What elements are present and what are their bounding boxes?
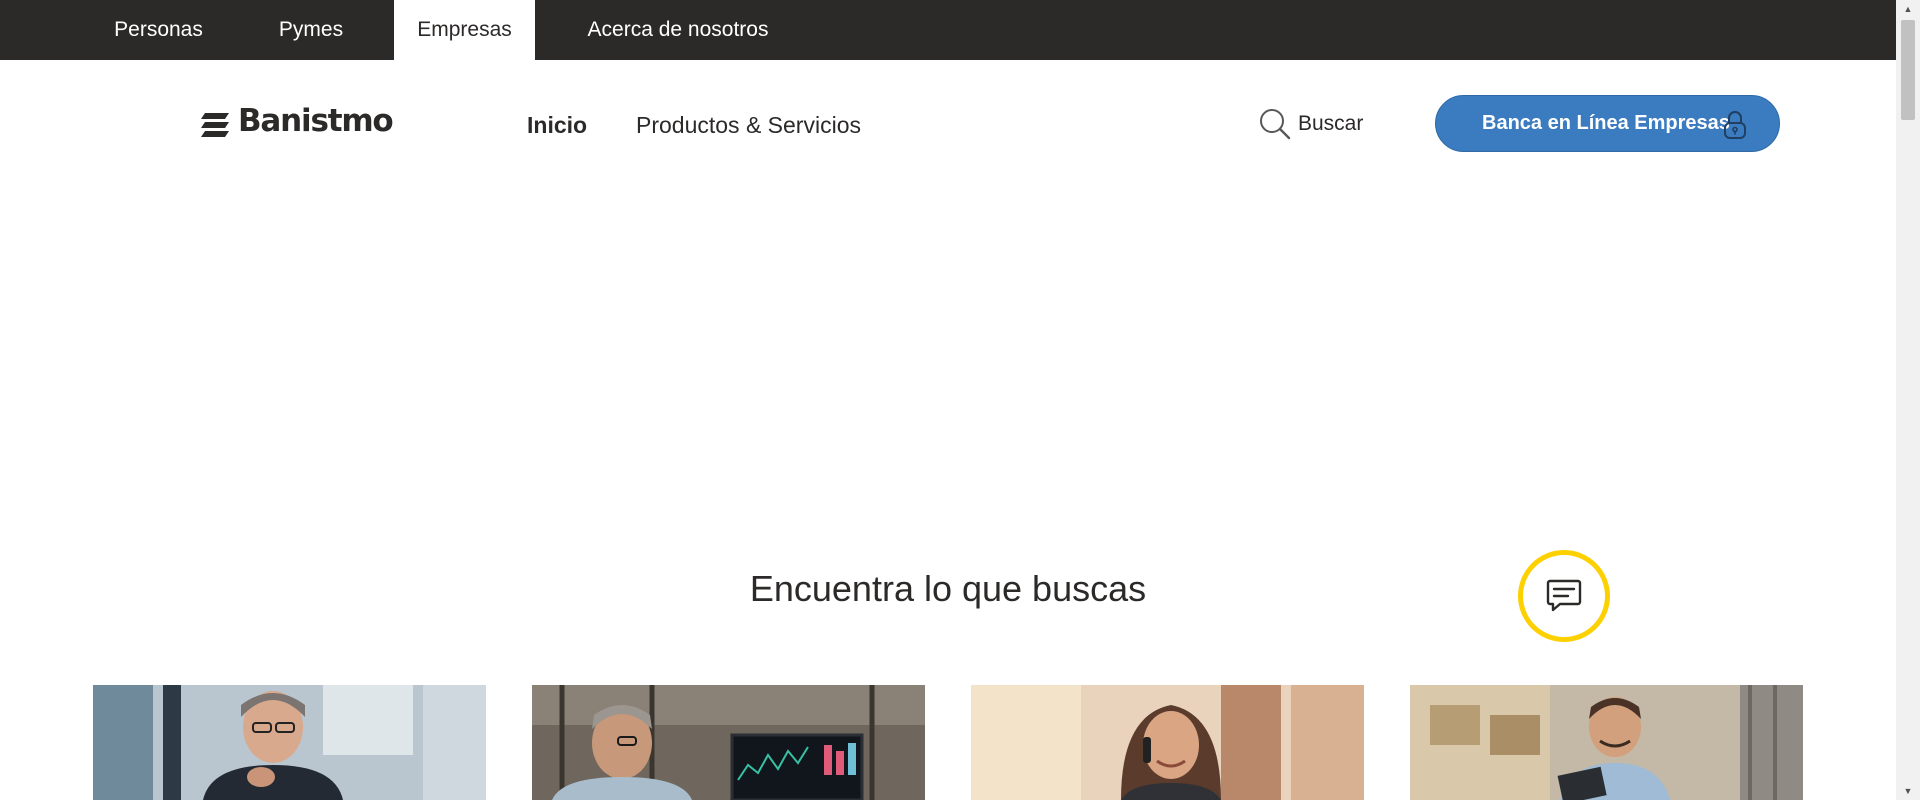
scroll-thumb[interactable]	[1901, 20, 1915, 120]
nav-inicio[interactable]: Inicio	[527, 112, 587, 139]
banistmo-mark-icon	[201, 113, 229, 137]
segment-acerca-de-nosotros[interactable]: Acerca de nosotros	[570, 0, 786, 60]
segment-bar: Personas Pymes Empresas Acerca de nosotr…	[0, 0, 1896, 60]
chat-bubble-icon	[1546, 579, 1582, 612]
vertical-scrollbar[interactable]: ▲ ▼	[1896, 0, 1920, 800]
card-woman-phone[interactable]	[971, 685, 1364, 800]
section-title: Encuentra lo que buscas	[749, 568, 1147, 609]
card-trader[interactable]	[532, 685, 925, 800]
businessman-with-glasses-photo	[93, 685, 486, 800]
man-at-trading-monitor-photo	[532, 685, 925, 800]
scroll-down-arrow-icon[interactable]: ▼	[1896, 782, 1920, 800]
scroll-up-arrow-icon[interactable]: ▲	[1896, 0, 1920, 18]
segment-pymes[interactable]: Pymes	[250, 0, 372, 60]
banca-en-linea-label: Banca en Línea Empresas	[1482, 112, 1730, 134]
man-with-tablet-in-warehouse-photo	[1410, 685, 1803, 800]
nav-productos-servicios[interactable]: Productos & Servicios	[636, 112, 861, 139]
segment-empresas[interactable]: Empresas	[394, 0, 535, 60]
segment-personas[interactable]: Personas	[96, 0, 221, 60]
lock-icon	[1724, 111, 1746, 139]
banca-en-linea-button[interactable]: Banca en Línea Empresas	[1435, 95, 1780, 152]
woman-on-phone-photo	[971, 685, 1364, 800]
search-label: Buscar	[1298, 112, 1364, 135]
card-businessman[interactable]	[93, 685, 486, 800]
search-icon	[1260, 109, 1291, 140]
card-warehouse[interactable]	[1410, 685, 1803, 800]
logo-wordmark: Banistmo	[238, 103, 394, 139]
chat-button[interactable]	[1518, 550, 1610, 642]
